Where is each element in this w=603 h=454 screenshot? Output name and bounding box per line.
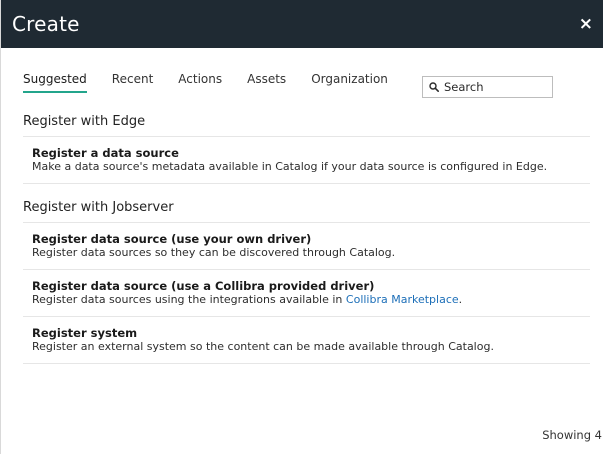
section-title-jobserver: Register with Jobserver (23, 190, 590, 223)
tabs: Suggested Recent Actions Assets Organiza… (23, 72, 413, 93)
item-description: Register data sources using the integrat… (32, 293, 590, 307)
item-title: Register data source (use a Collibra pro… (32, 279, 375, 293)
tab-suggested[interactable]: Suggested (23, 72, 87, 93)
tab-recent[interactable]: Recent (112, 72, 153, 93)
item-description: Make a data source's metadata available … (32, 160, 548, 173)
list-item-register-collibra-driver[interactable]: Register data source (use a Collibra pro… (23, 270, 590, 317)
collibra-marketplace-link[interactable]: Collibra Marketplace (346, 293, 459, 306)
create-dialog: Create × Suggested Recent Actions Assets… (0, 0, 603, 454)
close-icon[interactable]: × (579, 15, 593, 33)
item-description: Register an external system so the conte… (32, 340, 494, 353)
list-item-register-own-driver[interactable]: Register data source (use your own drive… (23, 223, 590, 270)
search-input[interactable] (444, 80, 539, 94)
list-item-register-system[interactable]: Register system Register an external sys… (23, 317, 590, 364)
item-description: Register data sources so they can be dis… (32, 246, 396, 259)
tab-actions[interactable]: Actions (178, 72, 222, 93)
item-description-suffix: . (458, 293, 463, 306)
result-count: Showing 4 (542, 428, 602, 442)
item-title: Register a data source (32, 146, 179, 160)
tab-assets[interactable]: Assets (247, 72, 286, 93)
dialog-header: Create × (1, 0, 603, 48)
suggestion-list: Register with Edge Register a data sourc… (1, 104, 603, 364)
search-icon (429, 82, 439, 92)
section-title-edge: Register with Edge (23, 104, 590, 137)
tab-organization[interactable]: Organization (311, 72, 388, 93)
item-title: Register system (32, 326, 138, 340)
dialog-title: Create (12, 12, 80, 36)
item-title: Register data source (use your own drive… (32, 232, 312, 246)
search-field[interactable] (422, 76, 553, 98)
list-item-register-data-source[interactable]: Register a data source Make a data sourc… (23, 137, 590, 184)
item-description-text: Register data sources using the integrat… (32, 293, 346, 306)
